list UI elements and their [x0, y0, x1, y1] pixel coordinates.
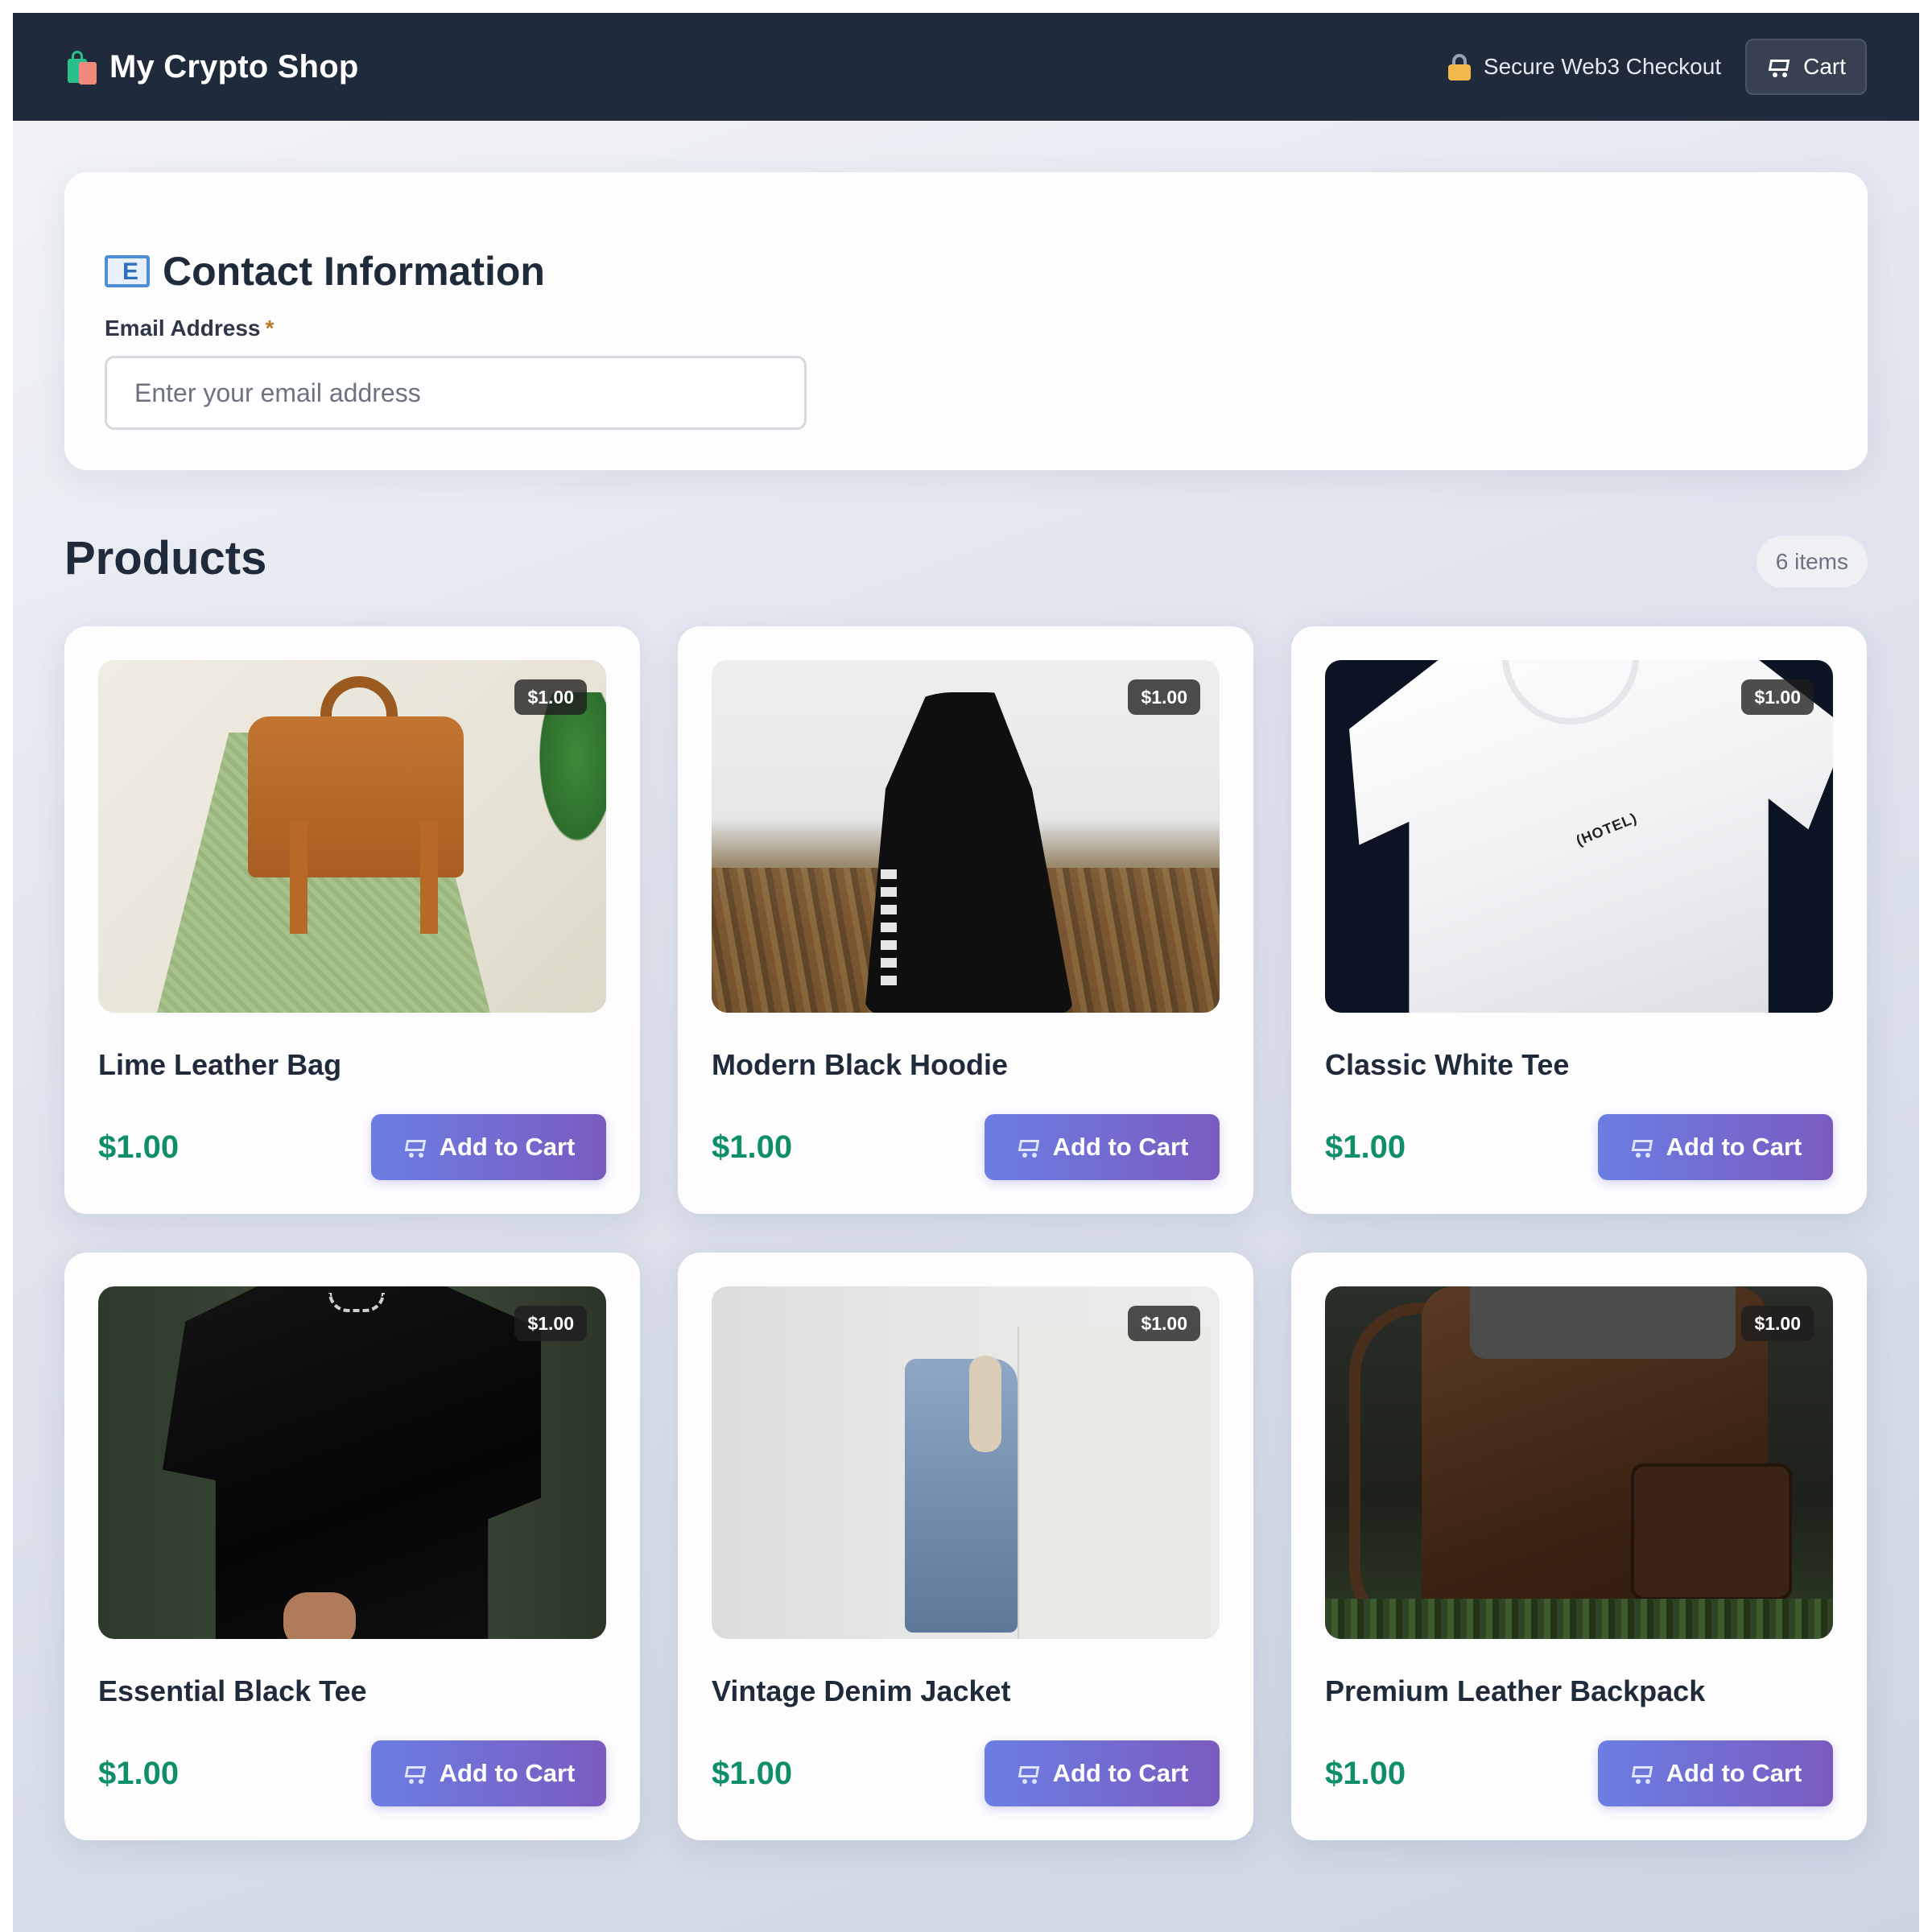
shopping-bags-icon — [64, 49, 100, 85]
product-card: $1.00 Premium Leather Backpack $1.00 Add… — [1291, 1253, 1867, 1840]
lock-with-key-icon — [1447, 53, 1472, 80]
product-footer: $1.00 Add to Cart — [712, 1740, 1220, 1806]
cart-icon — [1016, 1137, 1040, 1158]
product-footer: $1.00 Add to Cart — [98, 1114, 606, 1180]
product-footer: $1.00 Add to Cart — [1325, 1114, 1833, 1180]
cart-icon — [1629, 1763, 1653, 1784]
product-card: $1.00 Vintage Denim Jacket $1.00 Add to … — [678, 1253, 1253, 1840]
contact-information-card: E Contact Information Email Address * — [64, 172, 1868, 470]
brand[interactable]: My Crypto Shop — [64, 49, 358, 85]
product-name: Modern Black Hoodie — [712, 1048, 1009, 1081]
product-price: $1.00 — [712, 1755, 793, 1791]
product-price: $1.00 — [712, 1129, 793, 1165]
shop-title: My Crypto Shop — [109, 48, 359, 85]
product-name: Classic White Tee — [1325, 1048, 1570, 1081]
cart-button-label: Cart — [1803, 54, 1846, 79]
product-card: (HOTEL) $1.00 Classic White Tee $1.00 Ad… — [1291, 626, 1867, 1214]
add-to-cart-label: Add to Cart — [439, 1759, 576, 1787]
products-heading: Products — [64, 532, 267, 584]
required-asterisk: * — [265, 316, 275, 341]
item-count-badge: 6 items — [1756, 536, 1868, 588]
cart-icon — [1629, 1137, 1653, 1158]
add-to-cart-button[interactable]: Add to Cart — [985, 1114, 1220, 1180]
add-to-cart-label: Add to Cart — [439, 1133, 576, 1161]
add-to-cart-button[interactable]: Add to Cart — [371, 1740, 606, 1806]
add-to-cart-label: Add to Cart — [1666, 1133, 1802, 1161]
product-name: Lime Leather Bag — [98, 1048, 342, 1081]
email-label-text: Email Address — [105, 316, 261, 341]
product-name: Vintage Denim Jacket — [712, 1674, 1011, 1707]
product-card: $1.00 Essential Black Tee $1.00 Add to C… — [64, 1253, 640, 1840]
product-footer: $1.00 Add to Cart — [712, 1114, 1220, 1180]
envelope-icon: E — [105, 255, 150, 287]
add-to-cart-label: Add to Cart — [1052, 1759, 1189, 1787]
product-image-classic-white-tee[interactable]: (HOTEL) $1.00 — [1325, 660, 1833, 1013]
price-badge: $1.00 — [1741, 1306, 1814, 1341]
add-to-cart-button[interactable]: Add to Cart — [985, 1740, 1220, 1806]
secure-checkout-text: Secure Web3 Checkout — [1483, 54, 1722, 79]
cart-icon — [402, 1137, 427, 1158]
product-card: $1.00 Modern Black Hoodie $1.00 Add to C… — [678, 626, 1253, 1214]
secure-checkout-indicator: Secure Web3 Checkout — [1447, 53, 1721, 80]
product-footer: $1.00 Add to Cart — [1325, 1740, 1833, 1806]
contact-title: Contact Information — [163, 249, 545, 294]
product-image-essential-black-tee[interactable]: $1.00 — [98, 1286, 606, 1639]
nav-actions: Secure Web3 Checkout Cart — [1447, 39, 1867, 95]
product-image-vintage-denim-jacket[interactable]: $1.00 — [712, 1286, 1220, 1639]
product-card: $1.00 Lime Leather Bag $1.00 Add to Cart — [64, 626, 640, 1214]
price-badge: $1.00 — [1128, 679, 1200, 715]
add-to-cart-label: Add to Cart — [1052, 1133, 1189, 1161]
product-name: Essential Black Tee — [98, 1674, 367, 1707]
product-price: $1.00 — [98, 1129, 180, 1165]
product-name: Premium Leather Backpack — [1325, 1674, 1706, 1707]
product-grid: $1.00 Lime Leather Bag $1.00 Add to Cart… — [64, 626, 1868, 1840]
product-price: $1.00 — [1325, 1129, 1406, 1165]
add-to-cart-button[interactable]: Add to Cart — [1598, 1114, 1833, 1180]
cart-button[interactable]: Cart — [1745, 39, 1867, 95]
cart-icon — [1766, 56, 1790, 77]
product-price: $1.00 — [98, 1755, 180, 1791]
email-label: Email Address * — [105, 316, 1827, 341]
price-badge: $1.00 — [1128, 1306, 1200, 1341]
cart-icon — [1016, 1763, 1040, 1784]
contact-heading: E Contact Information — [105, 248, 1827, 295]
price-badge: $1.00 — [1741, 679, 1814, 715]
page: My Crypto Shop Secure Web3 Checkout Cart… — [13, 13, 1919, 1932]
product-image-lime-leather-bag[interactable]: $1.00 — [98, 660, 606, 1013]
cart-icon — [402, 1763, 427, 1784]
product-footer: $1.00 Add to Cart — [98, 1740, 606, 1806]
price-badge: $1.00 — [514, 1306, 587, 1341]
add-to-cart-button[interactable]: Add to Cart — [1598, 1740, 1833, 1806]
add-to-cart-label: Add to Cart — [1666, 1759, 1802, 1787]
email-field[interactable] — [105, 356, 807, 430]
product-image-modern-black-hoodie[interactable]: $1.00 — [712, 660, 1220, 1013]
top-navbar: My Crypto Shop Secure Web3 Checkout Cart — [13, 13, 1919, 121]
add-to-cart-button[interactable]: Add to Cart — [371, 1114, 606, 1180]
product-price: $1.00 — [1325, 1755, 1406, 1791]
product-image-premium-leather-backpack[interactable]: $1.00 — [1325, 1286, 1833, 1639]
price-badge: $1.00 — [514, 679, 587, 715]
